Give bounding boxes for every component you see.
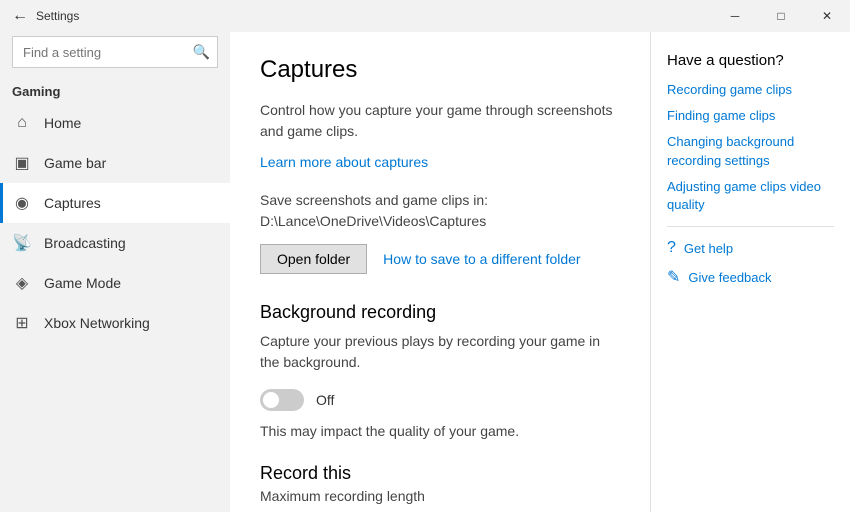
panel-link-changing-bg[interactable]: Changing background recording settings xyxy=(667,133,834,169)
section-label: Gaming xyxy=(0,76,230,103)
have-question-label: Have a question? xyxy=(667,52,834,69)
sidebar-item-gamebar[interactable]: ▣ Game bar xyxy=(0,143,230,183)
search-icon: 🔍 xyxy=(193,44,210,61)
sidebar-item-broadcasting[interactable]: 📡 Broadcasting xyxy=(0,223,230,263)
xboxnetworking-icon: ⊞ xyxy=(12,313,32,333)
sidebar-item-home-label: Home xyxy=(44,115,81,131)
max-recording-label: Maximum recording length xyxy=(260,488,620,504)
give-feedback-icon: ✎ xyxy=(667,267,680,287)
maximize-button[interactable]: □ xyxy=(758,0,804,32)
sidebar-item-xboxnetworking-label: Xbox Networking xyxy=(44,315,150,331)
toggle-row: Off xyxy=(260,389,620,411)
page-title: Captures xyxy=(260,56,620,84)
sidebar-item-captures-label: Captures xyxy=(44,195,101,211)
get-help-action[interactable]: ? Get help xyxy=(667,239,834,257)
right-panel: Have a question? Recording game clips Fi… xyxy=(650,32,850,512)
give-feedback-action[interactable]: ✎ Give feedback xyxy=(667,267,834,287)
panel-link-finding-clips[interactable]: Finding game clips xyxy=(667,107,834,125)
app-body: 🔍 Gaming ⌂ Home ▣ Game bar ◉ Captures 📡 … xyxy=(0,32,850,512)
search-box[interactable]: 🔍 xyxy=(12,36,218,68)
sidebar: 🔍 Gaming ⌂ Home ▣ Game bar ◉ Captures 📡 … xyxy=(0,32,230,512)
gamemode-icon: ◈ xyxy=(12,273,32,293)
sidebar-item-captures[interactable]: ◉ Captures xyxy=(0,183,230,223)
panel-link-recording-clips[interactable]: Recording game clips xyxy=(667,81,834,99)
sidebar-item-home[interactable]: ⌂ Home xyxy=(0,103,230,143)
titlebar: ← Settings ─ □ ✕ xyxy=(0,0,850,32)
record-this-heading: Record this xyxy=(260,463,620,484)
panel-divider xyxy=(667,226,834,227)
learn-more-link[interactable]: Learn more about captures xyxy=(260,154,428,170)
minimize-button[interactable]: ─ xyxy=(712,0,758,32)
give-feedback-label: Give feedback xyxy=(688,270,771,285)
titlebar-controls: ─ □ ✕ xyxy=(712,0,850,32)
sidebar-item-xboxnetworking[interactable]: ⊞ Xbox Networking xyxy=(0,303,230,343)
sidebar-item-gamebar-label: Game bar xyxy=(44,155,106,171)
main-content: Captures Control how you capture your ga… xyxy=(230,32,650,512)
toggle-label: Off xyxy=(316,392,334,408)
close-button[interactable]: ✕ xyxy=(804,0,850,32)
sidebar-item-broadcasting-label: Broadcasting xyxy=(44,235,126,251)
background-recording-desc: Capture your previous plays by recording… xyxy=(260,331,620,373)
back-icon[interactable]: ← xyxy=(12,7,28,25)
get-help-icon: ? xyxy=(667,239,676,257)
background-toggle[interactable] xyxy=(260,389,304,411)
impact-text: This may impact the quality of your game… xyxy=(260,423,620,439)
sidebar-item-gamemode-label: Game Mode xyxy=(44,275,121,291)
btn-row: Open folder How to save to a different f… xyxy=(260,244,620,274)
captures-icon: ◉ xyxy=(12,193,32,213)
sidebar-item-gamemode[interactable]: ◈ Game Mode xyxy=(0,263,230,303)
home-icon: ⌂ xyxy=(12,113,32,133)
gamebar-icon: ▣ xyxy=(12,153,32,173)
titlebar-left: ← Settings xyxy=(12,7,79,25)
open-folder-button[interactable]: Open folder xyxy=(260,244,367,274)
broadcasting-icon: 📡 xyxy=(12,233,32,253)
save-different-link[interactable]: How to save to a different folder xyxy=(383,251,580,267)
get-help-label: Get help xyxy=(684,241,733,256)
panel-link-adjusting-quality[interactable]: Adjusting game clips video quality xyxy=(667,178,834,214)
captures-description: Control how you capture your game throug… xyxy=(260,100,620,142)
search-input[interactable] xyxy=(12,36,218,68)
save-path-text: Save screenshots and game clips in: D:\L… xyxy=(260,190,620,232)
background-recording-heading: Background recording xyxy=(260,302,620,323)
settings-title: Settings xyxy=(36,9,79,23)
